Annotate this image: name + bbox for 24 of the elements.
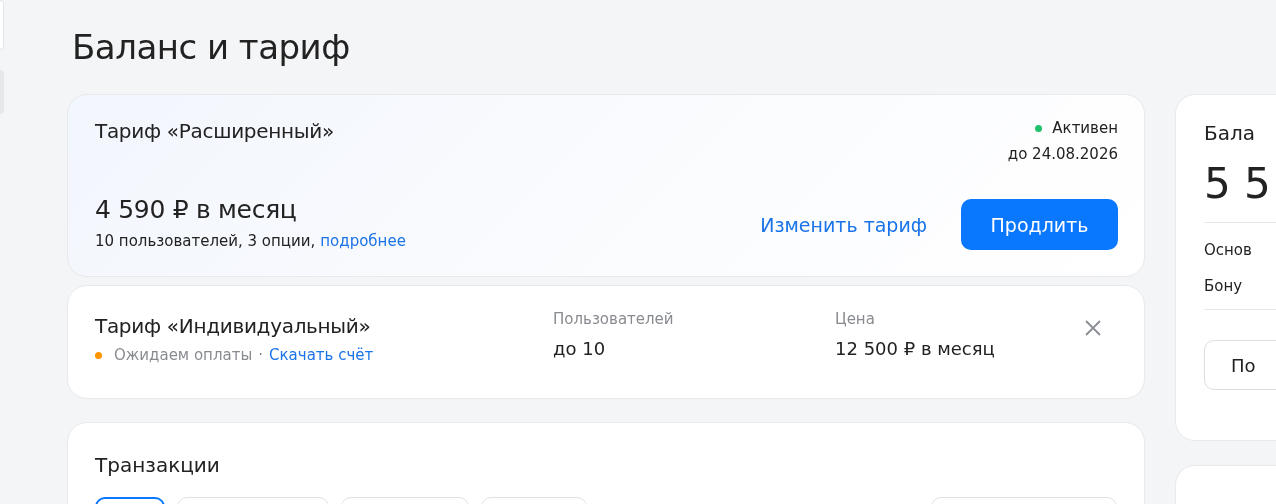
status-label: Активен [1052, 119, 1118, 137]
balance-row-label: Бону [1204, 277, 1244, 295]
valid-until: до 24.08.2026 [1007, 145, 1118, 163]
separator-dot: · [258, 346, 264, 364]
plan-name: Тариф «Расширенный» [95, 119, 334, 145]
close-icon[interactable] [1084, 319, 1102, 337]
status-label: Ожидаем оплаты [114, 346, 253, 364]
field-label: Пользователей [553, 310, 675, 328]
field-label: Цена [835, 310, 876, 328]
transactions-title: Транзакции [95, 453, 221, 477]
balance-button[interactable]: По [1204, 340, 1276, 390]
field-value: 12 500 ₽ в месяц [835, 338, 996, 359]
page-title: Баланс и тариф [72, 26, 351, 69]
balance-amount: 5 5 [1204, 159, 1272, 208]
plan-name: Тариф «Индивидуальный» [95, 314, 372, 338]
extend-button[interactable]: Продлить [961, 199, 1118, 250]
field-value: до 10 [553, 338, 607, 359]
plan-price: 4 590 ₽ в месяц [95, 195, 298, 224]
balance-title: Бала [1204, 121, 1256, 145]
details-link[interactable]: подробнее [320, 232, 406, 250]
balance-row-label: Основ [1204, 241, 1253, 259]
download-invoice-link[interactable]: Скачать счёт [269, 346, 374, 364]
plan-details: 10 пользователей, 3 опции, [95, 232, 316, 250]
change-plan-link[interactable]: Изменить тариф [760, 213, 927, 236]
